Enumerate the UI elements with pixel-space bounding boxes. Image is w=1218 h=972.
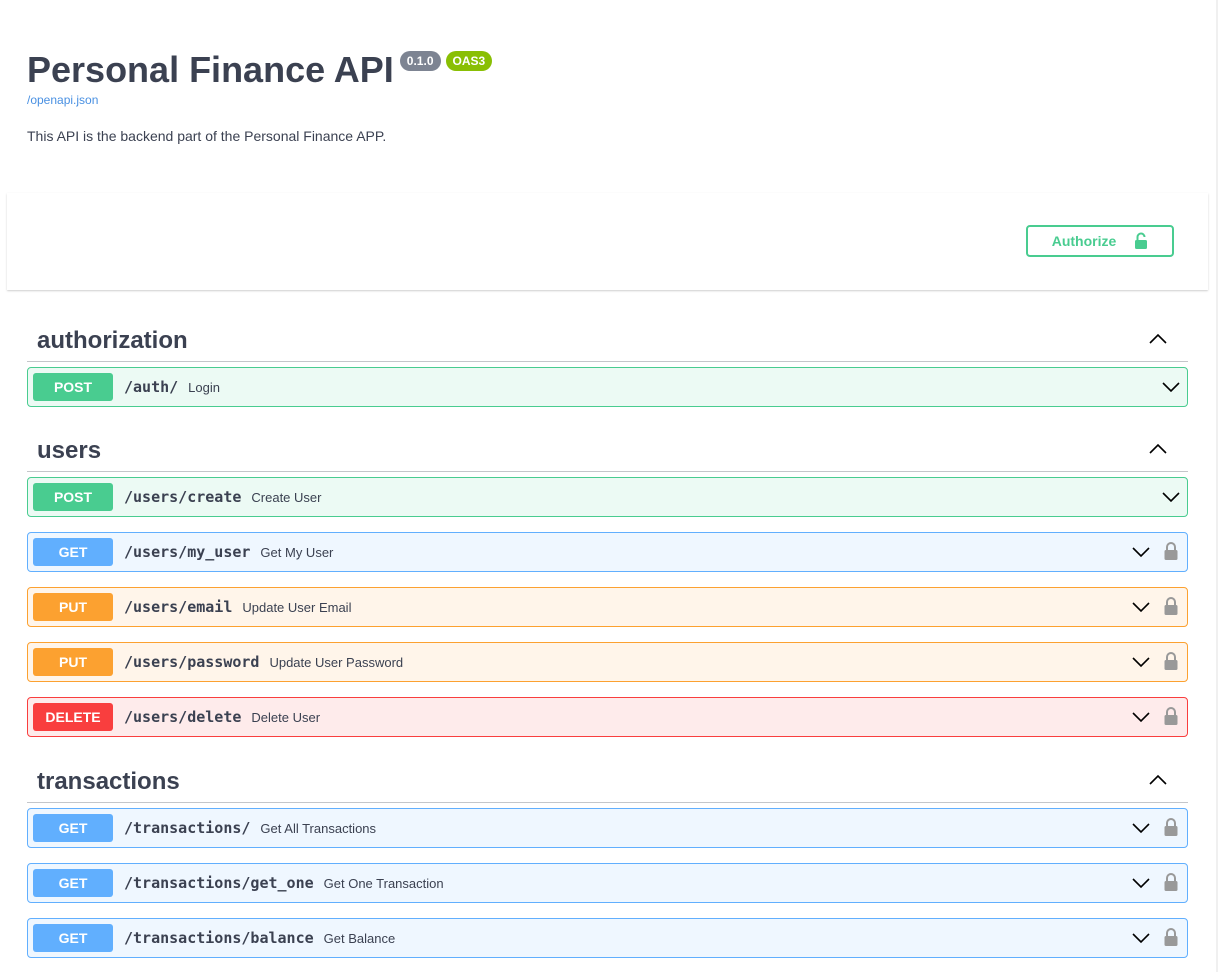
operation-path: /users/delete	[124, 708, 242, 726]
method-badge-get: GET	[33, 538, 113, 566]
operation-summary: Create User	[251, 490, 322, 505]
chevron-down-icon[interactable]	[1131, 875, 1151, 891]
operation-path: /transactions/get_one	[124, 874, 314, 892]
operation-row[interactable]: POST/auth/Login	[27, 367, 1188, 407]
unlocked-lock-icon	[1135, 232, 1148, 249]
api-description: This API is the backend part of the Pers…	[27, 128, 387, 144]
lock-icon[interactable]	[1163, 872, 1179, 892]
lock-icon[interactable]	[1163, 817, 1179, 837]
openapi-json-link[interactable]: /openapi.json	[27, 93, 98, 107]
operation-summary: Login	[188, 380, 220, 395]
operation-row[interactable]: GET/transactions/Get All Transactions	[27, 808, 1188, 848]
scheme-container: Authorize	[7, 193, 1208, 290]
chevron-down-icon[interactable]	[1131, 930, 1151, 946]
operation-summary: Update User Email	[242, 600, 352, 615]
operation-path: /users/password	[124, 653, 260, 671]
lock-icon[interactable]	[1163, 541, 1179, 561]
operation-path: /auth/	[124, 378, 179, 396]
operation-path: /transactions/	[124, 819, 251, 837]
chevron-down-icon[interactable]	[1161, 489, 1181, 505]
chevron-up-icon[interactable]	[1148, 329, 1168, 349]
authorize-button[interactable]: Authorize	[1026, 225, 1174, 257]
method-badge-post: POST	[33, 373, 113, 401]
operation-summary: Update User Password	[269, 655, 404, 670]
authorize-label: Authorize	[1051, 233, 1117, 249]
version-badge: 0.1.0	[399, 51, 441, 71]
chevron-down-icon[interactable]	[1131, 599, 1151, 615]
method-badge-delete: DELETE	[33, 703, 113, 731]
operation-summary: Delete User	[251, 710, 321, 725]
operation-row[interactable]: GET/transactions/balance Get Balance	[27, 918, 1188, 958]
operation-row[interactable]: POST/users/create Create User	[27, 477, 1188, 517]
method-badge-put: PUT	[33, 648, 113, 676]
method-badge-post: POST	[33, 483, 113, 511]
chevron-down-icon[interactable]	[1131, 709, 1151, 725]
chevron-down-icon[interactable]	[1131, 654, 1151, 670]
tag-title: users	[37, 437, 102, 464]
operation-row[interactable]: PUT/users/password Update User Password	[27, 642, 1188, 682]
operation-path: /users/email	[124, 598, 233, 616]
tag-title: authorization	[37, 327, 188, 354]
api-title: Personal Finance API	[27, 49, 394, 90]
chevron-up-icon[interactable]	[1148, 439, 1168, 459]
chevron-down-icon[interactable]	[1131, 544, 1151, 560]
chevron-down-icon[interactable]	[1131, 820, 1151, 836]
lock-icon[interactable]	[1163, 651, 1179, 671]
method-badge-put: PUT	[33, 593, 113, 621]
title-row: Personal Finance API 0.1.0 OAS3	[27, 48, 493, 92]
operation-row[interactable]: GET/transactions/get_one Get One Transact…	[27, 863, 1188, 903]
lock-icon[interactable]	[1163, 596, 1179, 616]
operation-summary: Get My User	[260, 545, 334, 560]
method-badge-get: GET	[33, 924, 113, 952]
chevron-down-icon[interactable]	[1161, 379, 1181, 395]
operation-path: /transactions/balance	[124, 929, 314, 947]
operation-summary: Get All Transactions	[260, 821, 377, 836]
operation-row[interactable]: PUT/users/email Update User Email	[27, 587, 1188, 627]
tag-section-transactions[interactable]: transactions	[27, 761, 1188, 803]
operation-row[interactable]: DELETE/users/delete Delete User	[27, 697, 1188, 737]
operation-path: /users/create	[124, 488, 242, 506]
chevron-up-icon[interactable]	[1148, 770, 1168, 790]
tag-section-users[interactable]: users	[27, 430, 1188, 472]
operation-path: /users/my_user	[124, 543, 251, 561]
operation-summary: Get Balance	[323, 931, 396, 946]
operation-summary: Get One Transaction	[323, 876, 444, 891]
method-badge-get: GET	[33, 869, 113, 897]
tag-section-authorization[interactable]: authorization	[27, 320, 1188, 362]
tag-title: transactions	[37, 768, 180, 795]
lock-icon[interactable]	[1163, 927, 1179, 947]
method-badge-get: GET	[33, 814, 113, 842]
oas-badge: OAS3	[445, 51, 493, 71]
operation-row[interactable]: GET/users/my_user Get My User	[27, 532, 1188, 572]
lock-icon[interactable]	[1163, 706, 1179, 726]
